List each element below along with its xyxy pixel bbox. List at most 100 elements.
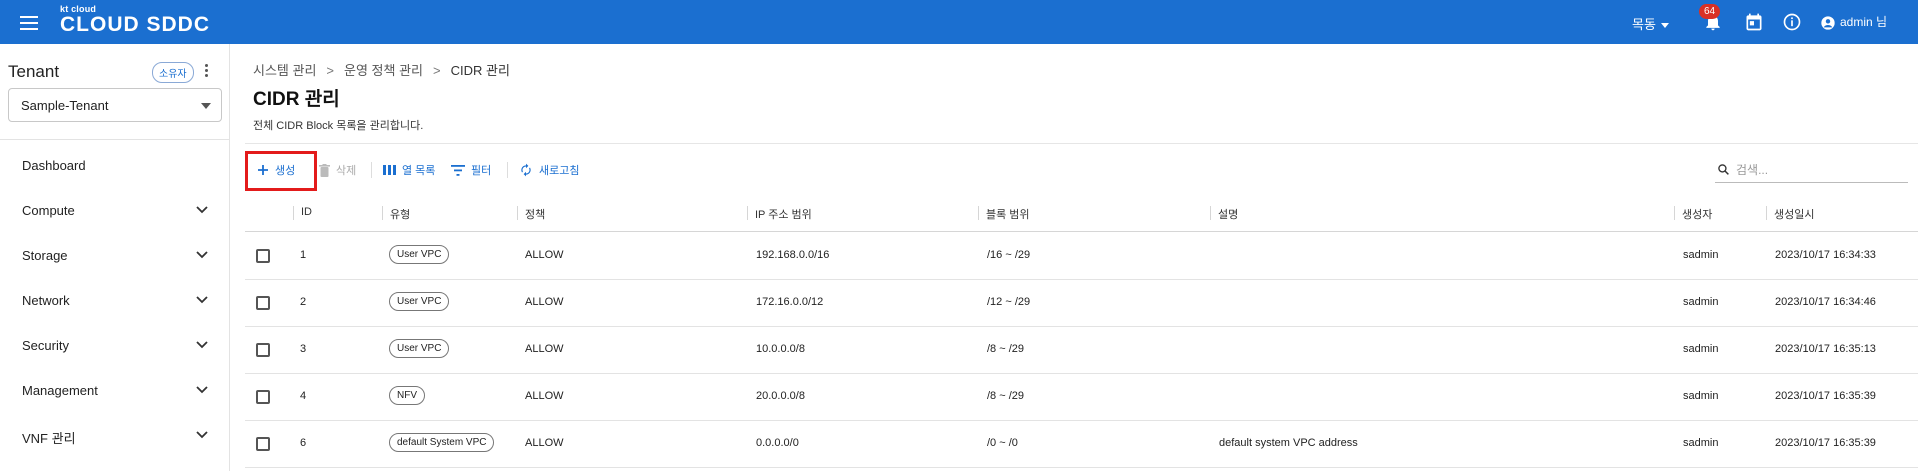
page-description: 전체 CIDR Block 목록을 관리합니다. xyxy=(253,120,424,132)
row-checkbox[interactable] xyxy=(256,390,270,404)
column-header-creator[interactable]: 생성자 xyxy=(1682,206,1712,222)
cell-policy: ALLOW xyxy=(525,437,564,449)
column-header-ip-range[interactable]: IP 주소 범위 xyxy=(755,206,812,222)
table-row[interactable]: 3 User VPC ALLOW 10.0.0.0/8 /8 ~ /29 sad… xyxy=(245,327,1918,374)
breadcrumb-current: CIDR 관리 xyxy=(450,63,510,78)
sidebar-item-label: Dashboard xyxy=(22,158,86,173)
column-header-type[interactable]: 유형 xyxy=(390,206,410,222)
cell-ip-range: 20.0.0.0/8 xyxy=(756,390,805,402)
language-label: 목동 xyxy=(1632,17,1656,32)
row-checkbox[interactable] xyxy=(256,343,270,357)
breadcrumb-item[interactable]: 시스템 관리 xyxy=(253,63,316,78)
table-row[interactable]: 6 default System VPC ALLOW 0.0.0.0/0 /0 … xyxy=(245,421,1918,468)
breadcrumb-item[interactable]: 운영 정책 관리 xyxy=(344,63,423,78)
create-label: 생성 xyxy=(275,165,296,177)
toolbar-separator xyxy=(371,162,372,178)
sidebar-item-label: Network xyxy=(22,293,70,308)
breadcrumb: 시스템 관리 > 운영 정책 관리 > CIDR 관리 xyxy=(253,60,510,79)
cell-block-range: /8 ~ /29 xyxy=(987,343,1025,355)
owner-chip: 소유자 xyxy=(152,62,194,83)
column-divider xyxy=(517,206,518,220)
refresh-label: 새로고침 xyxy=(539,165,580,177)
chevron-down-icon xyxy=(196,206,208,214)
menu-icon[interactable] xyxy=(20,16,38,30)
plus-icon xyxy=(258,165,268,175)
user-name: admin 님 xyxy=(1840,15,1888,29)
cell-creator: sadmin xyxy=(1683,390,1719,402)
page-title: CIDR 관리 xyxy=(253,89,340,110)
type-chip: User VPC xyxy=(389,245,450,264)
sidebar-item-storage[interactable]: Storage xyxy=(0,236,230,276)
sidebar-item-management[interactable]: Management xyxy=(0,371,230,411)
column-header-id[interactable]: ID xyxy=(301,206,312,218)
main-content: 시스템 관리 > 운영 정책 관리 > CIDR 관리 CIDR 관리 전체 CIDR … xyxy=(231,44,1918,471)
filter-icon xyxy=(451,164,465,176)
table-row[interactable]: 4 NFV ALLOW 20.0.0.0/8 /8 ~ /29 sadmin 2… xyxy=(245,374,1918,421)
column-header-description[interactable]: 설명 xyxy=(1218,206,1238,222)
refresh-button[interactable]: 새로고침 xyxy=(519,154,579,186)
notification-badge: 64 xyxy=(1699,4,1721,19)
divider xyxy=(245,143,1918,144)
sidebar-item-label: Compute xyxy=(22,203,75,218)
type-chip: User VPC xyxy=(389,292,450,311)
row-checkbox[interactable] xyxy=(256,437,270,451)
language-select[interactable]: 목동 xyxy=(1632,14,1669,33)
sidebar-item-label: VNF 관리 xyxy=(22,431,76,446)
column-header-block-range[interactable]: 블록 범위 xyxy=(986,206,1030,222)
sidebar-item-label: Storage xyxy=(22,248,68,263)
chevron-right-icon: > xyxy=(326,63,335,78)
cell-ip-range: 192.168.0.0/16 xyxy=(756,249,830,261)
column-divider xyxy=(1766,206,1767,220)
column-divider xyxy=(747,206,748,220)
chevron-down-icon xyxy=(196,251,208,259)
user-menu[interactable]: admin 님 xyxy=(1820,13,1887,31)
cell-ip-range: 172.16.0.0/12 xyxy=(756,296,824,308)
info-icon[interactable] xyxy=(1782,12,1802,32)
logo[interactable]: kt cloud CLOUD SDDC xyxy=(60,4,210,36)
refresh-icon xyxy=(521,163,531,177)
delete-button[interactable]: 삭제 xyxy=(319,154,356,186)
chevron-down-icon xyxy=(196,431,208,439)
search-input[interactable]: 검색... xyxy=(1715,157,1908,183)
cell-block-range: /16 ~ /29 xyxy=(987,249,1031,261)
cell-block-range: /12 ~ /29 xyxy=(987,296,1031,308)
toolbar-separator xyxy=(507,162,508,178)
filter-button[interactable]: 필터 xyxy=(451,154,491,186)
cell-created: 2023/10/17 16:35:39 xyxy=(1775,390,1876,402)
cell-creator: sadmin xyxy=(1683,437,1719,449)
sidebar-item-compute[interactable]: Compute xyxy=(0,191,230,231)
sidebar-item-network[interactable]: Network xyxy=(0,281,230,321)
cell-id: 1 xyxy=(300,249,307,261)
caret-down-icon xyxy=(1660,23,1669,29)
sidebar-item-dashboard[interactable]: Dashboard xyxy=(0,146,230,186)
cell-block-range: /8 ~ /29 xyxy=(987,390,1025,402)
table-row[interactable]: 2 User VPC ALLOW 172.16.0.0/12 /12 ~ /29… xyxy=(245,280,1918,327)
sidebar-item-label: Management xyxy=(22,383,98,398)
row-checkbox[interactable] xyxy=(256,249,270,263)
column-header-created[interactable]: 생성일시 xyxy=(1774,206,1814,222)
column-header-policy[interactable]: 정책 xyxy=(525,206,545,222)
sidebar-item-label: Security xyxy=(22,338,69,353)
dropdown-arrow-icon xyxy=(201,103,211,109)
calendar-icon[interactable] xyxy=(1744,12,1764,32)
row-checkbox[interactable] xyxy=(256,296,270,310)
filter-label: 필터 xyxy=(471,165,492,177)
cell-ip-range: 0.0.0.0/0 xyxy=(756,437,799,449)
cell-id: 2 xyxy=(300,296,307,308)
account-icon xyxy=(1821,16,1835,30)
sidebar-item-security[interactable]: Security xyxy=(0,326,230,366)
trash-icon xyxy=(319,163,330,177)
cell-policy: ALLOW xyxy=(525,249,564,261)
kebab-icon[interactable] xyxy=(203,64,209,80)
table-row[interactable]: 1 User VPC ALLOW 192.168.0.0/16 /16 ~ /2… xyxy=(245,233,1918,280)
cell-block-range: /0 ~ /0 xyxy=(987,437,1018,449)
column-divider xyxy=(382,206,383,220)
sidebar-item-vnf[interactable]: VNF 관리 xyxy=(0,416,230,456)
cell-policy: ALLOW xyxy=(525,296,564,308)
type-chip: NFV xyxy=(389,386,425,405)
tenant-select[interactable]: Sample-Tenant xyxy=(8,88,222,122)
top-app-bar: kt cloud CLOUD SDDC 목동 64 admin 님 xyxy=(0,0,1918,44)
columns-button[interactable]: 열 목록 xyxy=(383,154,435,186)
cell-ip-range: 10.0.0.0/8 xyxy=(756,343,805,355)
create-button[interactable]: 생성 xyxy=(257,154,295,186)
